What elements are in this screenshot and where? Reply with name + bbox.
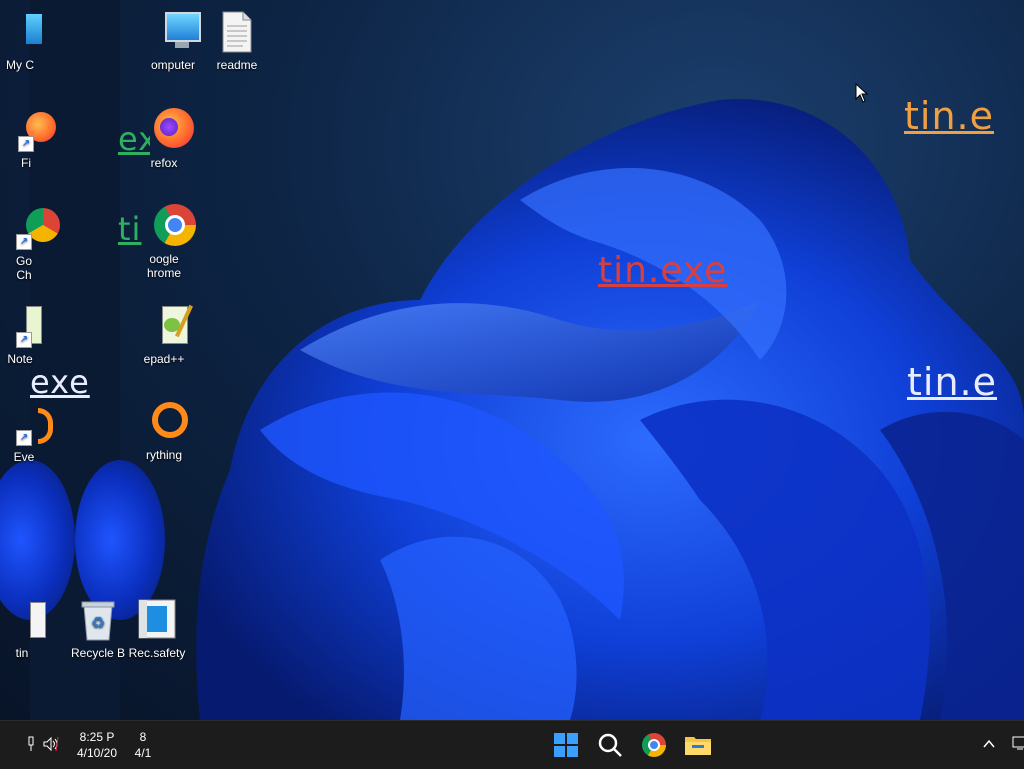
tray-time: 8:25 P xyxy=(79,730,115,744)
icon-label: tin xyxy=(15,646,29,660)
watermark-right: tin.e xyxy=(907,360,997,404)
monitor-tray-icon[interactable] xyxy=(1012,735,1024,751)
desktop[interactable]: My C omputer readme ↗ Fi refox ↗ Go Ch o… xyxy=(0,0,1024,720)
chrome-icon: ↗ xyxy=(2,206,60,250)
everything-search-icon xyxy=(142,400,188,444)
shortcut-arrow-icon: ↗ xyxy=(16,430,32,446)
volume-icon[interactable] xyxy=(42,735,60,753)
chrome-icon xyxy=(642,733,666,757)
icon-label: Eve xyxy=(13,450,35,464)
icon-label: Go Ch xyxy=(15,254,32,282)
tray-date: 4/1 xyxy=(134,746,152,760)
watermark-center: tin.exe xyxy=(598,250,728,291)
file-explorer-icon xyxy=(685,737,711,755)
taskbar: 8:25 P 4/10/20 8 4/1 xyxy=(0,720,1024,769)
start-icon xyxy=(554,733,578,757)
desktop-icon-readme[interactable]: readme xyxy=(199,10,275,72)
desktop-icon-my-computer[interactable]: My C xyxy=(0,10,58,72)
monitor-icon xyxy=(0,10,42,54)
watermark-green-2: ti xyxy=(118,210,142,248)
desktop-icon-notepad[interactable]: epad++ xyxy=(126,304,202,366)
icon-label: rything xyxy=(145,448,183,462)
search-button[interactable] xyxy=(594,729,626,761)
tray-clock-duplicate[interactable]: 8 4/1 xyxy=(134,729,152,761)
notepad-plus-icon xyxy=(142,304,193,348)
desktop-icon-chrome-left[interactable]: ↗ Go Ch xyxy=(0,206,62,282)
shortcut-arrow-icon: ↗ xyxy=(16,332,32,348)
watermark-left: exe xyxy=(30,363,90,401)
icon-label: oogle hrome xyxy=(146,252,181,280)
text-file-icon xyxy=(0,598,46,642)
monitor-icon xyxy=(151,10,201,54)
watermark-green-1: ex xyxy=(118,120,150,158)
desktop-icon-everything-left[interactable]: ↗ Eve xyxy=(0,402,62,464)
text-file-icon xyxy=(215,10,259,54)
icon-label: My C xyxy=(6,58,34,72)
chrome-taskbar-button[interactable] xyxy=(638,729,670,761)
icon-label: Rec.safety xyxy=(128,646,186,660)
network-icon[interactable] xyxy=(24,735,38,753)
tray-time: 8 xyxy=(139,730,147,744)
desktop-icon-tin-left[interactable]: tin xyxy=(0,598,60,660)
recycle-bin-icon: ♻ xyxy=(76,598,120,642)
desktop-icon-rec-safety[interactable]: Rec.safety xyxy=(119,598,195,660)
search-icon xyxy=(598,733,622,757)
shortcut-arrow-icon: ↗ xyxy=(16,234,32,250)
notepad-plus-icon: ↗ xyxy=(0,304,42,348)
firefox-icon: ↗ xyxy=(4,108,56,152)
icon-label: Fi xyxy=(21,156,31,170)
tray-clock[interactable]: 8:25 P 4/10/20 xyxy=(74,729,120,761)
mouse-cursor-icon xyxy=(855,83,869,103)
desktop-icon-notepad-left[interactable]: ↗ Note xyxy=(0,304,58,366)
desktop-icon-everything[interactable]: rything xyxy=(126,400,202,462)
icon-label: readme xyxy=(216,58,258,72)
start-button[interactable] xyxy=(550,729,582,761)
watermark-top-right: tin.e xyxy=(904,94,994,138)
shield-file-icon xyxy=(135,598,179,642)
desktop-icon-firefox-left[interactable]: ↗ Fi xyxy=(0,108,64,170)
everything-search-icon: ↗ xyxy=(2,402,53,446)
shortcut-arrow-icon: ↗ xyxy=(18,136,34,152)
file-explorer-button[interactable] xyxy=(682,729,714,761)
icon-label: refox xyxy=(150,156,178,170)
svg-text:♻: ♻ xyxy=(91,613,105,632)
icon-label: epad++ xyxy=(143,352,185,366)
tray-date: 4/10/20 xyxy=(76,746,118,760)
show-hidden-icons-chevron-icon[interactable] xyxy=(982,737,996,751)
